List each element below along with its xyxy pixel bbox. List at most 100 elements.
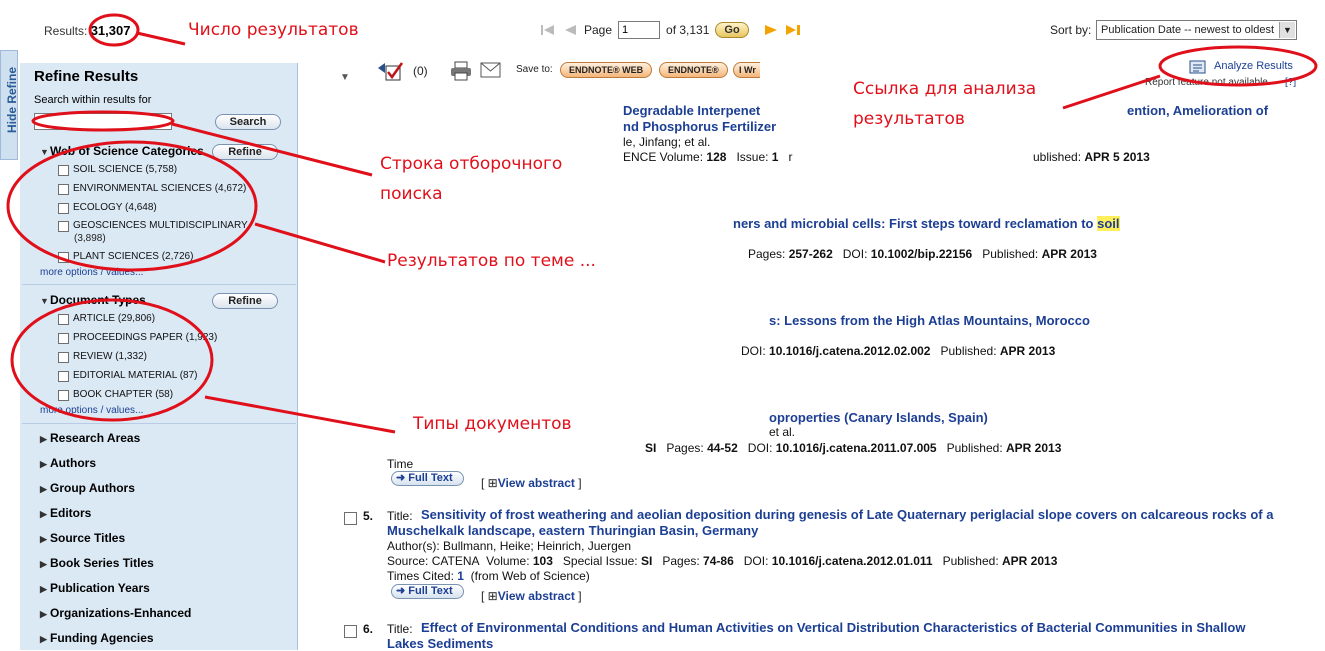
page-of: of 3,131 xyxy=(666,23,710,37)
annotation-search-2: поиска xyxy=(380,184,443,204)
more-options-link[interactable]: more options / values... xyxy=(40,267,143,278)
publication-years-header[interactable]: ▶ Publication Years xyxy=(40,581,150,595)
checkbox[interactable] xyxy=(58,390,69,401)
list-item[interactable]: PROCEEDINGS PAPER (1,923) xyxy=(58,332,217,344)
book-series-header[interactable]: ▶ Book Series Titles xyxy=(40,556,154,570)
wos-categories-header[interactable]: ▼Web of Science Categories xyxy=(40,144,204,158)
section-label: Group Authors xyxy=(50,481,135,495)
endnote-button[interactable]: ENDNOTE® xyxy=(659,62,728,78)
go-button[interactable]: Go xyxy=(715,22,749,38)
category-label: ECOLOGY (4,648) xyxy=(73,202,157,213)
pages-label: Pages: xyxy=(666,441,704,455)
list-item[interactable]: EDITORIAL MATERIAL (87) xyxy=(58,370,197,382)
full-text-button[interactable]: ➜ Full Text xyxy=(391,471,464,486)
page-number-input[interactable] xyxy=(618,21,661,39)
list-item[interactable]: GEOSCIENCES MULTIDISCIPLINARY xyxy=(58,220,248,232)
print-icon[interactable] xyxy=(450,61,472,84)
page-label: Page xyxy=(584,23,613,37)
section-label: Publication Years xyxy=(50,581,150,595)
section-label: Organizations-Enhanced xyxy=(50,606,192,620)
category-label: PLANT SCIENCES (2,726) xyxy=(73,251,194,262)
result-5-checkbox[interactable] xyxy=(344,512,357,525)
source-titles-header[interactable]: ▶ Source Titles xyxy=(40,531,125,545)
list-item[interactable]: PLANT SCIENCES (2,726) xyxy=(58,251,193,263)
next-page-icon[interactable] xyxy=(763,22,779,38)
annotation-topic: Результатов по теме ... xyxy=(387,251,596,271)
first-page-icon[interactable] xyxy=(540,22,556,38)
search-within-input[interactable] xyxy=(34,113,172,130)
prev-page-icon[interactable] xyxy=(562,22,578,38)
wos-refine-button[interactable]: Refine xyxy=(212,144,278,160)
analyze-results-link[interactable]: Analyze Results xyxy=(1214,60,1293,72)
times-cited-value[interactable]: 1 xyxy=(457,569,464,583)
result-1-title-c[interactable]: ention, Amelioration of xyxy=(1127,103,1268,118)
view-abstract-link[interactable]: View abstract xyxy=(498,476,575,490)
result-6-title-line-2[interactable]: Lakes Sediments xyxy=(387,636,493,651)
result-6-checkbox[interactable] xyxy=(344,625,357,638)
checkbox[interactable] xyxy=(58,333,69,344)
checkbox[interactable] xyxy=(58,352,69,363)
view-abstract-toggle[interactable]: [ ⊞View abstract ] xyxy=(481,589,582,603)
result-5-title-line-1[interactable]: Sensitivity of frost weathering and aeol… xyxy=(421,507,1273,522)
authors-header[interactable]: ▶ Authors xyxy=(40,456,96,470)
published-label: Published: xyxy=(940,344,997,358)
result-1-title-a[interactable]: Degradable Interpenet xyxy=(623,103,760,118)
list-item[interactable]: BOOK CHAPTER (58) xyxy=(58,389,173,401)
result-5-times-cited: Times Cited: 1 (from Web of Science) xyxy=(387,569,590,583)
document-types-header[interactable]: ▼Document Types xyxy=(40,293,146,307)
section-label: Funding Agencies xyxy=(50,631,154,645)
published-value: APR 5 2013 xyxy=(1084,150,1150,164)
published-label: Published: xyxy=(982,247,1039,261)
help-link[interactable]: [?] xyxy=(1285,77,1296,88)
last-page-icon[interactable] xyxy=(785,22,801,38)
view-abstract-link[interactable]: View abstract xyxy=(498,589,575,603)
marked-list-icon[interactable] xyxy=(378,60,406,85)
list-item[interactable]: SOIL SCIENCE (5,758) xyxy=(58,164,177,176)
pages-value: 257-262 xyxy=(788,247,833,261)
checkbox[interactable] xyxy=(58,252,69,263)
editors-header[interactable]: ▶ Editors xyxy=(40,506,91,520)
report-text: Report feature not available. xyxy=(1145,77,1271,88)
sort-select[interactable]: Publication Date -- newest to oldest ▼ xyxy=(1096,20,1297,40)
funding-agencies-header[interactable]: ▶ Funding Agencies xyxy=(40,631,154,645)
researcherid-button[interactable]: I Wr xyxy=(733,62,760,78)
doctype-label: EDITORIAL MATERIAL (87) xyxy=(73,370,198,381)
chevron-down-icon[interactable]: ▼ xyxy=(1279,22,1295,38)
search-button[interactable]: Search xyxy=(215,114,281,130)
checkbox[interactable] xyxy=(58,203,69,214)
endnote-web-button[interactable]: ENDNOTE® WEB xyxy=(560,62,653,78)
plus-box-icon: ⊞ xyxy=(487,476,498,490)
result-6-title-line-1[interactable]: Effect of Environmental Conditions and H… xyxy=(421,620,1245,635)
result-3-title[interactable]: s: Lessons from the High Atlas Mountains… xyxy=(769,313,1090,328)
email-icon[interactable] xyxy=(480,62,502,81)
result-5-title-line-2[interactable]: Muschelkalk landscape, eastern Thuringia… xyxy=(387,523,758,538)
result-2-title[interactable]: ners and microbial cells: First steps to… xyxy=(733,216,1120,231)
source-value: CATENA xyxy=(431,554,480,568)
doctype-refine-button[interactable]: Refine xyxy=(212,293,278,309)
group-authors-header[interactable]: ▶ Group Authors xyxy=(40,481,135,495)
hide-refine-label[interactable]: Hide Refine xyxy=(5,60,19,140)
more-options-link[interactable]: more options / values... xyxy=(40,405,143,416)
analyze-results-icon[interactable] xyxy=(1189,60,1207,77)
organizations-header[interactable]: ▶ Organizations-Enhanced xyxy=(40,606,191,620)
full-text-button[interactable]: ➜ Full Text xyxy=(391,584,464,599)
checkbox[interactable] xyxy=(58,371,69,382)
result-5-source: Source: CATENA Volume: 103 Special Issue… xyxy=(387,554,1057,568)
checkbox[interactable] xyxy=(58,314,69,325)
checkbox[interactable] xyxy=(58,165,69,176)
section-label: Source Titles xyxy=(50,531,126,545)
result-4-title[interactable]: oproperties (Canary Islands, Spain) xyxy=(769,410,988,425)
list-item[interactable]: ECOLOGY (4,648) xyxy=(58,202,157,214)
research-areas-header[interactable]: ▶ Research Areas xyxy=(40,431,140,445)
list-item[interactable]: ARTICLE (29,806) xyxy=(58,313,155,325)
checkbox[interactable] xyxy=(58,221,69,232)
view-abstract-toggle[interactable]: [ ⊞View abstract ] xyxy=(481,476,582,490)
triangle-right-icon: ▶ xyxy=(40,584,47,594)
result-1-title-b[interactable]: nd Phosphorus Fertilizer xyxy=(623,119,776,134)
list-item[interactable]: ENVIRONMENTAL SCIENCES (4,672) xyxy=(58,183,246,195)
wos-categories-title: Web of Science Categories xyxy=(50,144,204,158)
triangle-down-icon[interactable]: ▼ xyxy=(340,72,350,83)
list-item[interactable]: REVIEW (1,332) xyxy=(58,351,147,363)
issue-label: Issue: xyxy=(736,150,769,164)
checkbox[interactable] xyxy=(58,184,69,195)
